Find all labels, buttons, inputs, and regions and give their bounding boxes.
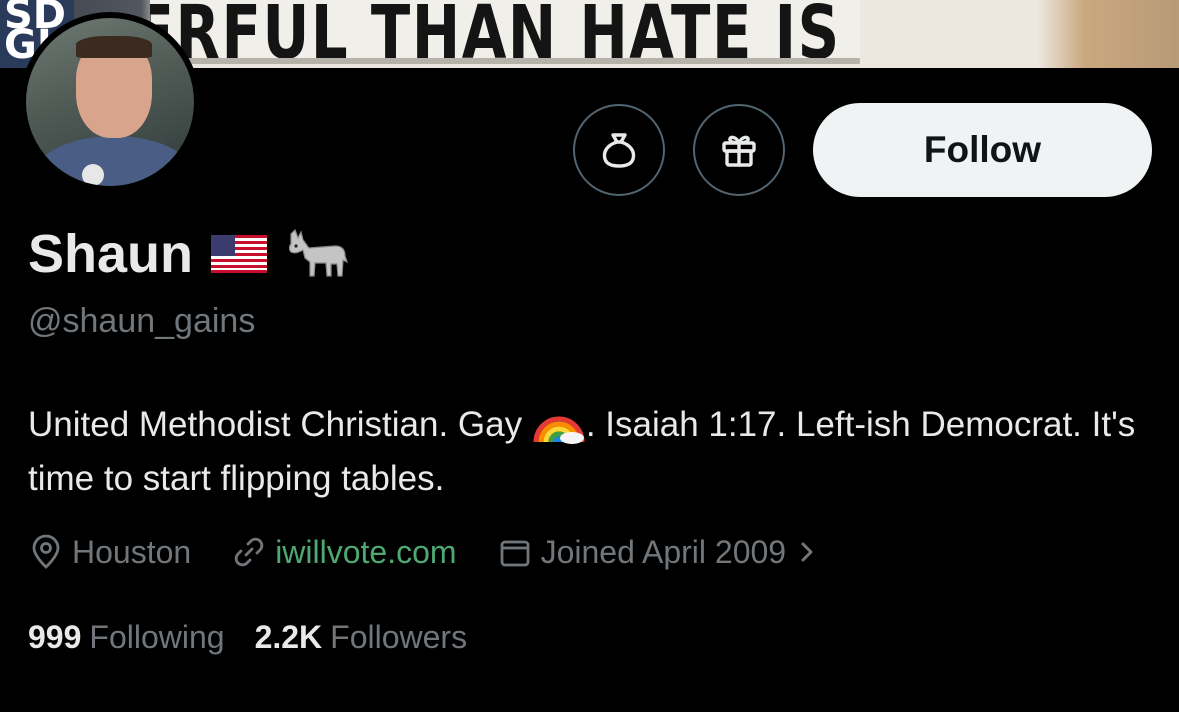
location: Houston <box>28 534 191 571</box>
display-name-row: Shaun <box>28 222 353 286</box>
gift-icon <box>722 135 756 167</box>
donkey-emoji-icon <box>288 228 349 277</box>
location-pin-icon <box>32 534 60 569</box>
banner-sign-text: POWERFUL THAN HATE IS LOVE <box>150 0 860 64</box>
following-label: Following <box>89 619 225 655</box>
join-date[interactable]: Joined April 2009 <box>497 534 829 571</box>
following-count: 999 <box>28 619 82 655</box>
avatar-photo <box>26 18 194 186</box>
user-handle: @shaun_gains <box>28 302 256 340</box>
rainbow-emoji-icon <box>533 416 585 444</box>
chevron-right-icon <box>801 542 813 562</box>
followers-stat[interactable]: 2.2K Followers <box>255 619 468 656</box>
banner-sign: POWERFUL THAN HATE IS LOVE <box>150 0 860 64</box>
website[interactable]: iwillvote.com <box>231 534 457 571</box>
bio-text-part1: United Methodist Christian. Gay <box>28 405 532 444</box>
follow-stats: 999 Following 2.2K Followers <box>28 619 467 656</box>
money-bag-icon <box>602 133 636 168</box>
followers-count: 2.2K <box>254 619 323 655</box>
bio: United Methodist Christian. Gay . Isaiah… <box>28 398 1148 506</box>
calendar-icon <box>500 540 529 567</box>
avatar[interactable] <box>20 12 200 192</box>
website-link[interactable]: iwillvote.com <box>275 534 456 571</box>
followers-label: Followers <box>330 619 468 655</box>
tip-button[interactable] <box>573 104 665 196</box>
location-text: Houston <box>72 533 192 570</box>
join-date-text: Joined April 2009 <box>540 533 787 570</box>
display-name: Shaun <box>28 224 194 284</box>
link-icon <box>235 537 264 567</box>
follow-button[interactable]: Follow <box>813 103 1152 197</box>
following-stat[interactable]: 999 Following <box>28 619 225 656</box>
profile-meta: Houston iwillvote.com Joined April 2009 <box>28 530 828 574</box>
us-flag-emoji-icon <box>211 235 268 273</box>
gift-button[interactable] <box>693 104 785 196</box>
